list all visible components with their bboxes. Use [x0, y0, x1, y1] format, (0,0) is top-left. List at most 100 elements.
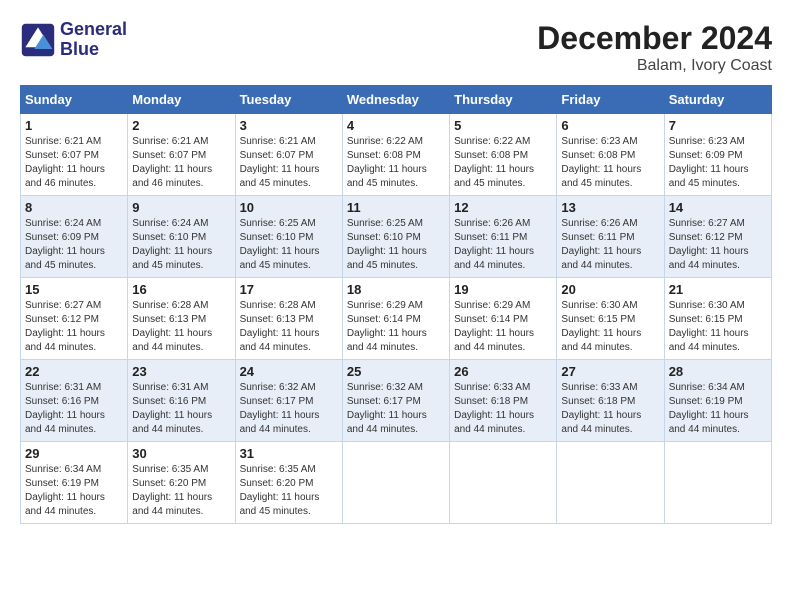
day-number: 30 — [132, 446, 230, 461]
calendar-cell: 11 Sunrise: 6:25 AM Sunset: 6:10 PM Dayl… — [342, 196, 449, 278]
day-info: Sunrise: 6:30 AM Sunset: 6:15 PM Dayligh… — [669, 299, 767, 355]
day-info: Sunrise: 6:32 AM Sunset: 6:17 PM Dayligh… — [347, 381, 445, 437]
calendar-cell: 12 Sunrise: 6:26 AM Sunset: 6:11 PM Dayl… — [450, 196, 557, 278]
day-info: Sunrise: 6:21 AM Sunset: 6:07 PM Dayligh… — [240, 135, 338, 191]
day-number: 4 — [347, 118, 445, 133]
day-number: 7 — [669, 118, 767, 133]
calendar-cell: 23 Sunrise: 6:31 AM Sunset: 6:16 PM Dayl… — [128, 360, 235, 442]
day-number: 8 — [25, 200, 123, 215]
calendar-cell: 4 Sunrise: 6:22 AM Sunset: 6:08 PM Dayli… — [342, 114, 449, 196]
day-info: Sunrise: 6:24 AM Sunset: 6:09 PM Dayligh… — [25, 217, 123, 273]
day-number: 1 — [25, 118, 123, 133]
day-info: Sunrise: 6:28 AM Sunset: 6:13 PM Dayligh… — [132, 299, 230, 355]
logo: General Blue — [20, 20, 127, 60]
calendar-cell: 22 Sunrise: 6:31 AM Sunset: 6:16 PM Dayl… — [21, 360, 128, 442]
day-number: 12 — [454, 200, 552, 215]
day-number: 31 — [240, 446, 338, 461]
calendar-week-row: 22 Sunrise: 6:31 AM Sunset: 6:16 PM Dayl… — [21, 360, 772, 442]
days-header-row: Sunday Monday Tuesday Wednesday Thursday… — [21, 86, 772, 114]
day-info: Sunrise: 6:30 AM Sunset: 6:15 PM Dayligh… — [561, 299, 659, 355]
day-number: 22 — [25, 364, 123, 379]
day-number: 6 — [561, 118, 659, 133]
calendar-week-row: 8 Sunrise: 6:24 AM Sunset: 6:09 PM Dayli… — [21, 196, 772, 278]
calendar-cell: 29 Sunrise: 6:34 AM Sunset: 6:19 PM Dayl… — [21, 442, 128, 524]
calendar-cell: 8 Sunrise: 6:24 AM Sunset: 6:09 PM Dayli… — [21, 196, 128, 278]
calendar-cell: 10 Sunrise: 6:25 AM Sunset: 6:10 PM Dayl… — [235, 196, 342, 278]
calendar-cell — [664, 442, 771, 524]
logo-text: General Blue — [60, 20, 127, 60]
day-number: 10 — [240, 200, 338, 215]
logo-line1: General — [60, 20, 127, 40]
day-number: 20 — [561, 282, 659, 297]
day-info: Sunrise: 6:22 AM Sunset: 6:08 PM Dayligh… — [454, 135, 552, 191]
day-info: Sunrise: 6:26 AM Sunset: 6:11 PM Dayligh… — [454, 217, 552, 273]
calendar-cell: 28 Sunrise: 6:34 AM Sunset: 6:19 PM Dayl… — [664, 360, 771, 442]
title-block: December 2024 Balam, Ivory Coast — [537, 20, 772, 75]
day-number: 23 — [132, 364, 230, 379]
day-number: 24 — [240, 364, 338, 379]
day-number: 21 — [669, 282, 767, 297]
day-info: Sunrise: 6:33 AM Sunset: 6:18 PM Dayligh… — [561, 381, 659, 437]
calendar-cell: 16 Sunrise: 6:28 AM Sunset: 6:13 PM Dayl… — [128, 278, 235, 360]
day-number: 25 — [347, 364, 445, 379]
header-tuesday: Tuesday — [235, 86, 342, 114]
day-info: Sunrise: 6:31 AM Sunset: 6:16 PM Dayligh… — [25, 381, 123, 437]
header-monday: Monday — [128, 86, 235, 114]
day-number: 14 — [669, 200, 767, 215]
calendar-cell: 30 Sunrise: 6:35 AM Sunset: 6:20 PM Dayl… — [128, 442, 235, 524]
calendar-cell: 6 Sunrise: 6:23 AM Sunset: 6:08 PM Dayli… — [557, 114, 664, 196]
header-thursday: Thursday — [450, 86, 557, 114]
day-number: 5 — [454, 118, 552, 133]
month-title: December 2024 — [537, 20, 772, 57]
calendar-week-row: 1 Sunrise: 6:21 AM Sunset: 6:07 PM Dayli… — [21, 114, 772, 196]
calendar-cell: 5 Sunrise: 6:22 AM Sunset: 6:08 PM Dayli… — [450, 114, 557, 196]
calendar-cell: 26 Sunrise: 6:33 AM Sunset: 6:18 PM Dayl… — [450, 360, 557, 442]
day-number: 28 — [669, 364, 767, 379]
calendar-week-row: 29 Sunrise: 6:34 AM Sunset: 6:19 PM Dayl… — [21, 442, 772, 524]
calendar-cell: 3 Sunrise: 6:21 AM Sunset: 6:07 PM Dayli… — [235, 114, 342, 196]
day-info: Sunrise: 6:23 AM Sunset: 6:09 PM Dayligh… — [669, 135, 767, 191]
calendar-cell: 25 Sunrise: 6:32 AM Sunset: 6:17 PM Dayl… — [342, 360, 449, 442]
calendar-week-row: 15 Sunrise: 6:27 AM Sunset: 6:12 PM Dayl… — [21, 278, 772, 360]
calendar-cell: 31 Sunrise: 6:35 AM Sunset: 6:20 PM Dayl… — [235, 442, 342, 524]
day-info: Sunrise: 6:28 AM Sunset: 6:13 PM Dayligh… — [240, 299, 338, 355]
calendar-cell: 1 Sunrise: 6:21 AM Sunset: 6:07 PM Dayli… — [21, 114, 128, 196]
day-info: Sunrise: 6:32 AM Sunset: 6:17 PM Dayligh… — [240, 381, 338, 437]
day-info: Sunrise: 6:34 AM Sunset: 6:19 PM Dayligh… — [25, 463, 123, 519]
day-number: 9 — [132, 200, 230, 215]
day-info: Sunrise: 6:25 AM Sunset: 6:10 PM Dayligh… — [240, 217, 338, 273]
calendar-cell: 24 Sunrise: 6:32 AM Sunset: 6:17 PM Dayl… — [235, 360, 342, 442]
day-info: Sunrise: 6:22 AM Sunset: 6:08 PM Dayligh… — [347, 135, 445, 191]
day-info: Sunrise: 6:23 AM Sunset: 6:08 PM Dayligh… — [561, 135, 659, 191]
calendar-cell: 15 Sunrise: 6:27 AM Sunset: 6:12 PM Dayl… — [21, 278, 128, 360]
day-info: Sunrise: 6:35 AM Sunset: 6:20 PM Dayligh… — [240, 463, 338, 519]
calendar-cell: 2 Sunrise: 6:21 AM Sunset: 6:07 PM Dayli… — [128, 114, 235, 196]
calendar-cell: 19 Sunrise: 6:29 AM Sunset: 6:14 PM Dayl… — [450, 278, 557, 360]
calendar-cell: 27 Sunrise: 6:33 AM Sunset: 6:18 PM Dayl… — [557, 360, 664, 442]
day-number: 15 — [25, 282, 123, 297]
page-header: General Blue December 2024 Balam, Ivory … — [20, 20, 772, 75]
day-number: 27 — [561, 364, 659, 379]
day-number: 19 — [454, 282, 552, 297]
day-number: 26 — [454, 364, 552, 379]
day-info: Sunrise: 6:29 AM Sunset: 6:14 PM Dayligh… — [347, 299, 445, 355]
day-number: 18 — [347, 282, 445, 297]
logo-icon — [20, 22, 56, 58]
header-sunday: Sunday — [21, 86, 128, 114]
day-info: Sunrise: 6:24 AM Sunset: 6:10 PM Dayligh… — [132, 217, 230, 273]
header-saturday: Saturday — [664, 86, 771, 114]
day-info: Sunrise: 6:29 AM Sunset: 6:14 PM Dayligh… — [454, 299, 552, 355]
calendar-cell: 21 Sunrise: 6:30 AM Sunset: 6:15 PM Dayl… — [664, 278, 771, 360]
day-number: 3 — [240, 118, 338, 133]
day-info: Sunrise: 6:25 AM Sunset: 6:10 PM Dayligh… — [347, 217, 445, 273]
header-wednesday: Wednesday — [342, 86, 449, 114]
day-info: Sunrise: 6:31 AM Sunset: 6:16 PM Dayligh… — [132, 381, 230, 437]
day-info: Sunrise: 6:21 AM Sunset: 6:07 PM Dayligh… — [25, 135, 123, 191]
day-info: Sunrise: 6:21 AM Sunset: 6:07 PM Dayligh… — [132, 135, 230, 191]
logo-line2: Blue — [60, 40, 127, 60]
day-info: Sunrise: 6:27 AM Sunset: 6:12 PM Dayligh… — [669, 217, 767, 273]
calendar-cell — [557, 442, 664, 524]
day-info: Sunrise: 6:33 AM Sunset: 6:18 PM Dayligh… — [454, 381, 552, 437]
day-number: 2 — [132, 118, 230, 133]
calendar-cell — [450, 442, 557, 524]
